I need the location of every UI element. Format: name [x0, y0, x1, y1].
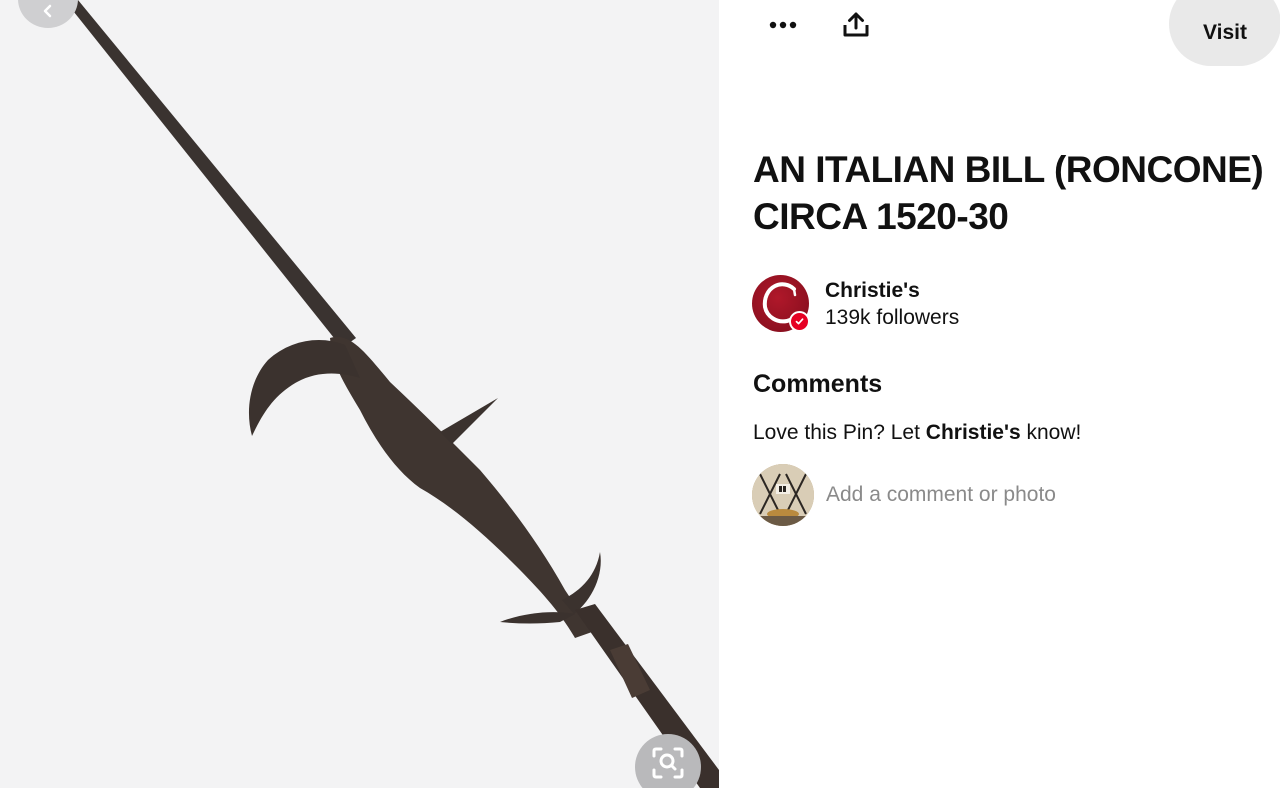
more-options-button[interactable] [759, 1, 807, 49]
share-icon [843, 12, 869, 37]
comments-prompt-before: Love this Pin? Let [753, 421, 926, 444]
add-comment-row [752, 464, 1246, 526]
creator-avatar[interactable] [752, 275, 810, 332]
checkmark-icon [795, 318, 804, 325]
comments-prompt: Love this Pin? Let Christie's know! [753, 421, 1081, 445]
comments-prompt-creator: Christie's [925, 421, 1021, 444]
pin-closeup-page: Visit AN ITALIAN BILL (RONCONE) CIRCA 15… [0, 0, 1280, 788]
verified-badge [789, 311, 810, 332]
user-avatar-image [752, 464, 814, 526]
creator-info: Christie's 139k followers [752, 275, 959, 332]
creator-text: Christie's 139k followers [825, 277, 959, 331]
visit-button[interactable]: Visit [1169, 0, 1280, 66]
share-button[interactable] [832, 1, 880, 49]
creator-name[interactable]: Christie's [825, 277, 959, 304]
roncone-bill-image [66, 0, 719, 788]
bill-blade [330, 336, 592, 638]
comments-heading: Comments [753, 370, 883, 398]
visual-search-icon [652, 747, 684, 779]
ellipsis-icon [769, 21, 797, 29]
creator-followers: 139k followers [825, 305, 960, 329]
bill-shaft-upper [66, 0, 356, 348]
bill-lower-fluke [500, 612, 575, 624]
bill-spike-upper [440, 398, 498, 444]
pin-title-line1: AN ITALIAN BILL (RONCONE) [753, 149, 1264, 190]
pin-image-pane[interactable] [0, 0, 719, 788]
pin-title-line2: CIRCA 1520-30 [753, 196, 1009, 237]
bill-hook [248, 340, 360, 436]
pin-detail-pane: Visit AN ITALIAN BILL (RONCONE) CIRCA 15… [719, 0, 1280, 788]
chevron-left-icon [43, 4, 52, 18]
user-avatar[interactable] [752, 464, 814, 526]
comments-prompt-after: know! [1020, 421, 1082, 444]
pin-title: AN ITALIAN BILL (RONCONE) CIRCA 1520-30 [753, 146, 1280, 240]
comment-input[interactable] [826, 479, 1246, 511]
